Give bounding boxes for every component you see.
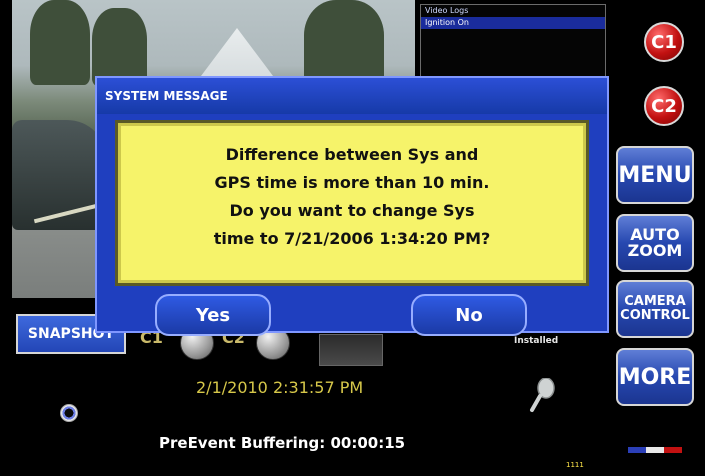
record-indicator-icon [60,404,78,422]
counter-text: 1111 [566,461,584,469]
message-line: time to 7/21/2006 1:34:20 PM? [213,229,491,248]
tree-shape [304,0,384,88]
dialog-title: SYSTEM MESSAGE [97,78,607,114]
auto-zoom-button[interactable]: AUTO ZOOM [616,214,694,272]
c1-button[interactable]: C1 [644,22,684,62]
message-line: Do you want to change Sys [229,201,475,220]
camera-control-button[interactable]: CAMERA CONTROL [616,280,694,338]
video-thumbnail[interactable] [319,334,383,366]
yes-button[interactable]: Yes [155,294,271,336]
dialog-message: Difference between Sys and GPS time is m… [132,141,572,253]
tree-shape [92,8,147,86]
message-frame: Difference between Sys and GPS time is m… [115,120,589,286]
tree-shape [30,0,90,85]
no-button[interactable]: No [411,294,527,336]
dashcam-screen: Video Logs Ignition On C1 C2 MENU AUTO Z… [0,0,705,476]
microphone-icon [530,377,555,412]
more-button[interactable]: MORE [616,348,694,406]
message-line: Difference between Sys and [225,145,479,164]
installed-status: Installed [514,336,559,346]
system-message-dialog: SYSTEM MESSAGE Difference between Sys an… [95,76,609,336]
log-entry[interactable]: Video Logs [421,5,605,17]
buffering-status: PreEvent Buffering: 00:00:15 [159,434,406,452]
message-line: GPS time is more than 10 min. [214,173,490,192]
c2-button[interactable]: C2 [644,86,684,126]
microphone-icon[interactable] [526,377,558,414]
menu-button[interactable]: MENU [616,146,694,204]
status-flag-icon [628,438,684,453]
clock-display: 2/1/2010 2:31:57 PM [196,378,364,397]
log-entry-selected[interactable]: Ignition On [421,17,605,29]
